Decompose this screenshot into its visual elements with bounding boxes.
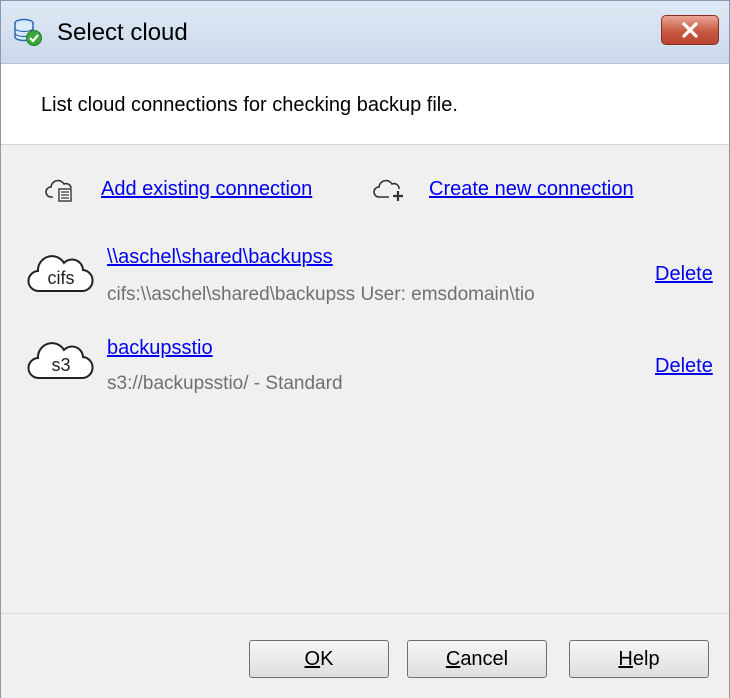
ok-button-mnemonic: O xyxy=(304,648,321,670)
delete-connection-link[interactable]: Delete xyxy=(655,263,713,286)
cloud-badge-icon: cifs xyxy=(27,255,94,293)
connection-details: s3://backupsstio/ - Standard xyxy=(107,373,343,394)
cloud-list-icon xyxy=(45,179,72,202)
connection-badge-text: s3 xyxy=(51,355,70,375)
description-panel: List cloud connections for checking back… xyxy=(1,64,729,145)
cloud-badge-icon: s3 xyxy=(27,342,94,380)
connection-name-link[interactable]: \\aschel\shared\backupss xyxy=(107,246,333,269)
connection-details: cifs:\\aschel\shared\backupss User: emsd… xyxy=(107,284,535,305)
close-button[interactable] xyxy=(661,15,719,45)
ok-button-label: K xyxy=(320,648,334,670)
help-button-mnemonic: H xyxy=(618,648,633,670)
dialog-footer: OK Cancel Help xyxy=(1,613,729,698)
create-new-connection-link[interactable]: Create new connection xyxy=(429,178,634,201)
cancel-button-label: ancel xyxy=(460,648,509,670)
window-title: Select cloud xyxy=(57,19,188,46)
add-existing-connection-link[interactable]: Add existing connection xyxy=(101,178,312,201)
connection-name-link[interactable]: backupsstio xyxy=(107,337,213,360)
help-button[interactable]: Help xyxy=(569,640,709,678)
help-button-label: elp xyxy=(632,648,660,670)
close-icon xyxy=(682,22,698,38)
select-cloud-dialog: Select cloud List cloud connections for … xyxy=(0,0,730,698)
database-check-icon xyxy=(14,18,42,46)
cloud-plus-icon xyxy=(373,179,403,201)
description-text: List cloud connections for checking back… xyxy=(41,94,458,116)
connection-badge-text: cifs xyxy=(48,268,75,288)
cancel-button-mnemonic: C xyxy=(445,648,461,670)
cancel-button[interactable]: Cancel xyxy=(407,640,547,678)
ok-button[interactable]: OK xyxy=(249,640,389,678)
delete-connection-link[interactable]: Delete xyxy=(655,355,713,378)
title-bar: Select cloud xyxy=(1,1,729,64)
